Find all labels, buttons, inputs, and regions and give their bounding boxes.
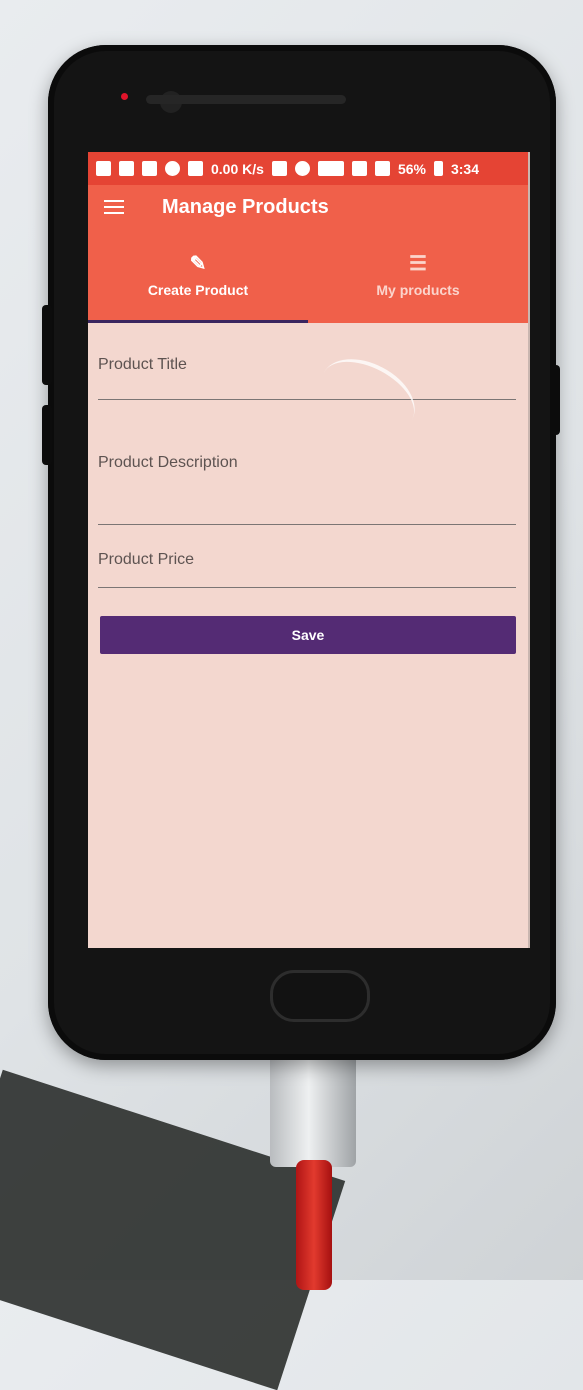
notification-led (121, 93, 128, 100)
earpiece (146, 95, 346, 104)
product-form: Product Title Product Description Produc… (88, 323, 528, 654)
tab-create-product[interactable]: ✎ Create Product (88, 229, 308, 323)
twitter-icon (188, 161, 203, 176)
network-speed: 0.00 K/s (211, 160, 264, 177)
signal-icon (351, 161, 367, 176)
list-icon: ☰ (409, 253, 427, 275)
home-button[interactable] (270, 970, 370, 1022)
product-title-field[interactable]: Product Title (98, 323, 516, 400)
clock: 3:34 (450, 160, 479, 177)
product-price-label: Product Price (98, 551, 195, 568)
product-description-label: Product Description (98, 454, 238, 471)
volume-button (42, 305, 52, 385)
signal-4g-icon (374, 161, 390, 176)
pencil-icon: ✎ (189, 253, 207, 275)
hamburger-menu-icon[interactable] (104, 200, 124, 214)
product-title-label: Product Title (98, 356, 187, 373)
vibrate-icon (271, 161, 287, 176)
chrome-icon (165, 161, 180, 176)
usb-plug (270, 1055, 356, 1167)
tab-my-products[interactable]: ☰ My products (308, 229, 528, 323)
tab-label: Create Product (147, 282, 249, 298)
status-bar: 0.00 K/s 56% 3:34 (88, 152, 528, 185)
app-screen: 0.00 K/s 56% 3:34 Manage Products ✎ Crea… (88, 152, 530, 948)
product-price-field[interactable]: Product Price (98, 525, 516, 588)
app-bar: Manage Products (88, 185, 528, 229)
save-button[interactable]: Save (100, 616, 516, 654)
power-button (550, 365, 560, 435)
page-title: Manage Products (162, 195, 329, 218)
alarm-icon (294, 161, 310, 176)
product-description-field[interactable]: Product Description (98, 400, 516, 525)
linkedin-icon (96, 161, 111, 176)
tab-bar: ✎ Create Product ☰ My products (88, 229, 528, 323)
tab-label: My products (376, 282, 460, 298)
battery-icon (433, 161, 443, 176)
charging-cable (296, 1160, 332, 1290)
play-store-icon (142, 161, 157, 176)
volte-icon (317, 161, 344, 176)
battery-percent: 56% (397, 160, 426, 177)
phone-device: 0.00 K/s 56% 3:34 Manage Products ✎ Crea… (42, 45, 560, 1060)
volume-button (42, 405, 52, 465)
notification-icon (119, 161, 134, 176)
